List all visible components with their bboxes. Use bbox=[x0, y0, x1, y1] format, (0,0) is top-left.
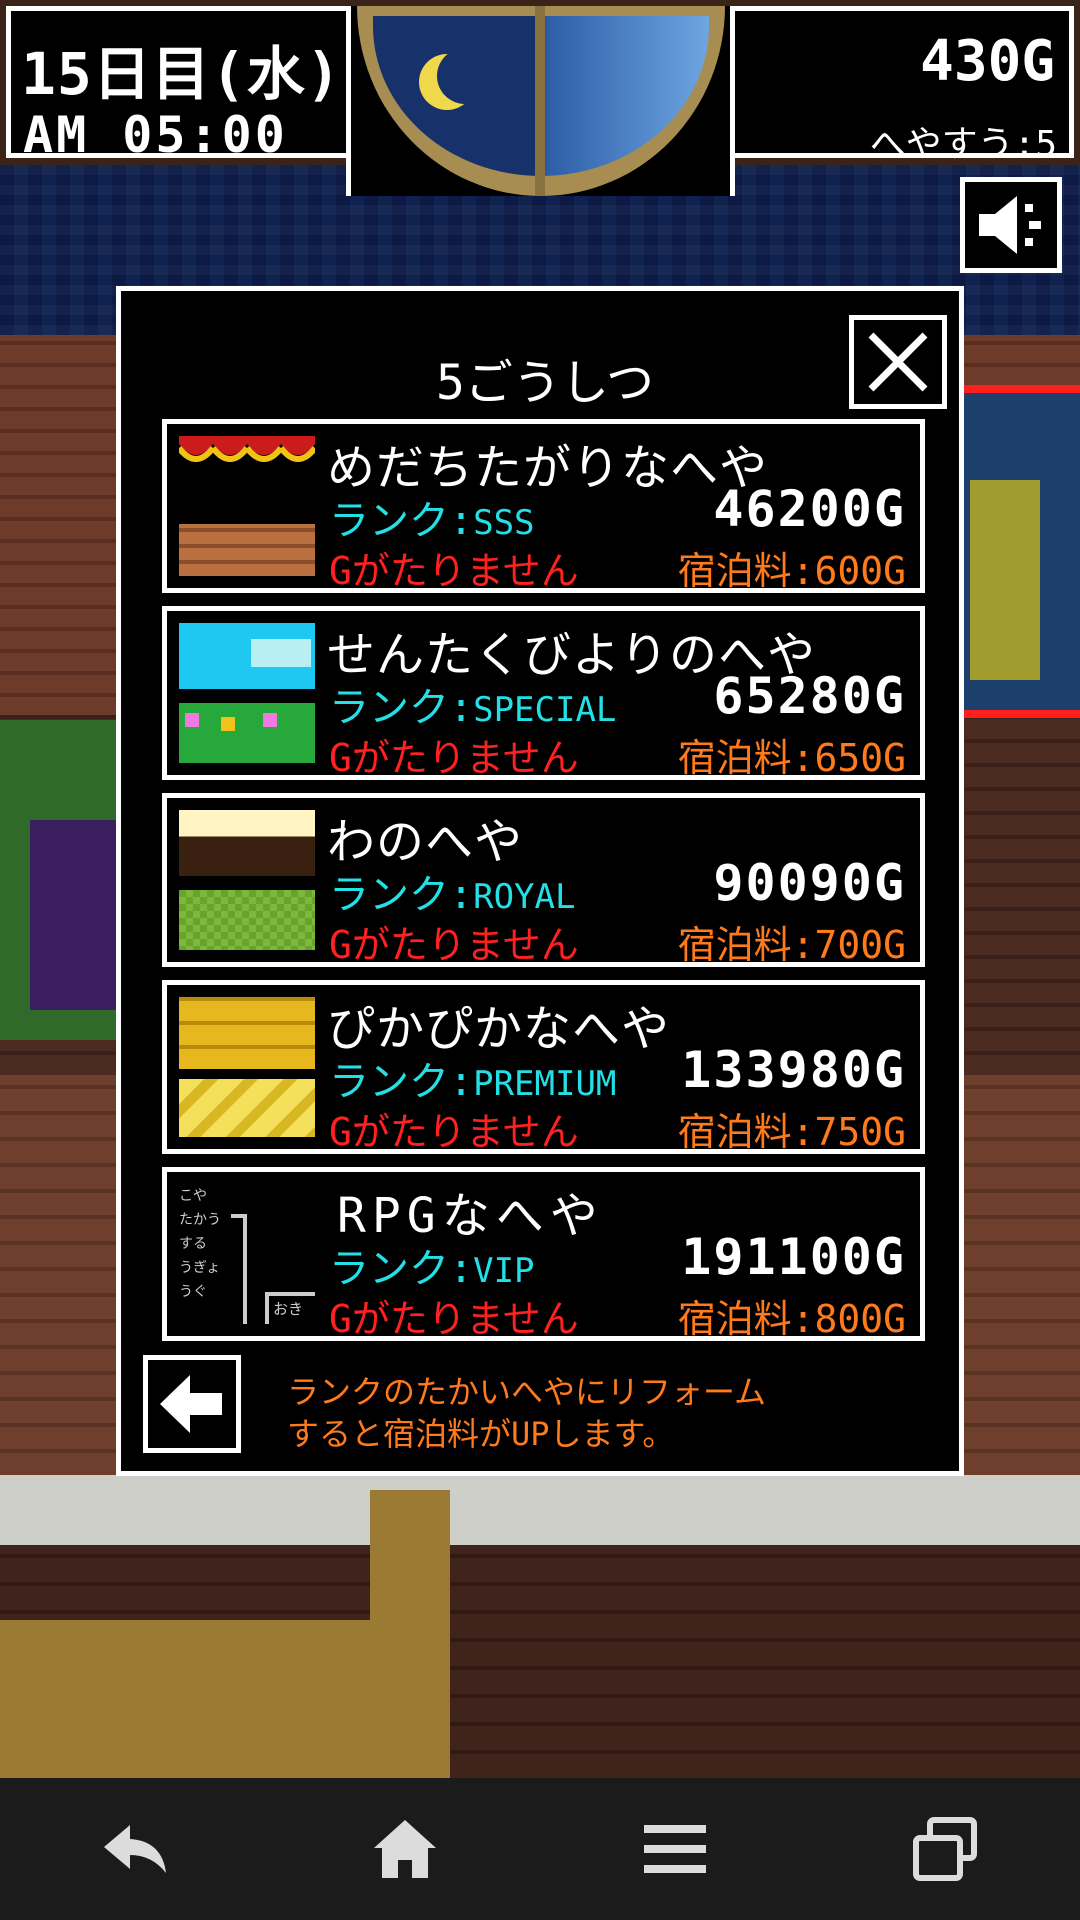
reform-hint: ランクのたかいへやにリフォーム すると宿泊料がUPします。 bbox=[287, 1373, 767, 1453]
insufficient-gold-label: Gがたりません bbox=[329, 1110, 579, 1154]
room-rank: ランク:VIP bbox=[329, 1246, 535, 1292]
lobby-floor-edge bbox=[0, 1475, 1080, 1545]
room-reform-dialog: 5ごうしつ めだちたがりなへや ランク:SSS 46200G Gがたりません 宿… bbox=[116, 286, 964, 1476]
insufficient-gold-label: Gがたりません bbox=[329, 923, 579, 967]
reform-price: 191100G bbox=[681, 1228, 906, 1286]
moon-icon bbox=[419, 48, 493, 110]
reception-counter bbox=[0, 1620, 380, 1778]
reform-price: 133980G bbox=[681, 1041, 906, 1099]
rpg-tag: おき bbox=[265, 1292, 315, 1324]
time-label: AM 05:00 bbox=[23, 106, 288, 164]
home-icon bbox=[374, 1820, 436, 1878]
room-rank: ランク:SPECIAL bbox=[329, 685, 617, 731]
lodging-fee: 宿泊料:800G bbox=[677, 1297, 906, 1341]
room-thumbnail-gold bbox=[179, 997, 315, 1137]
gold-amount: 430G bbox=[920, 29, 1055, 94]
menu-icon bbox=[644, 1825, 706, 1873]
insufficient-gold-label: Gがたりません bbox=[329, 549, 579, 593]
room-count: へやすう:5 bbox=[869, 124, 1057, 165]
reform-price: 90090G bbox=[713, 854, 906, 912]
room-thumbnail-japanese bbox=[179, 810, 315, 950]
reform-price: 46200G bbox=[713, 480, 906, 538]
guest-sprite-yellow bbox=[970, 480, 1040, 680]
gold-panel: 430G へやすう:5 bbox=[735, 6, 1074, 165]
room-rank: ランク:PREMIUM bbox=[329, 1059, 617, 1105]
dialog-title: 5ごうしつ bbox=[435, 355, 655, 411]
nav-recent-apps-button[interactable] bbox=[885, 1799, 1005, 1899]
speaker-icon bbox=[979, 196, 1041, 254]
nav-menu-button[interactable] bbox=[615, 1799, 735, 1899]
system-navigation-bar bbox=[0, 1778, 1080, 1920]
sky-window bbox=[346, 6, 735, 196]
date-time-panel: 15日目(水) AM 05:00 bbox=[6, 6, 346, 164]
lodging-fee: 宿泊料:700G bbox=[677, 923, 906, 967]
guest-sprite-purple bbox=[30, 820, 118, 1010]
arrow-left-icon bbox=[160, 1375, 222, 1433]
lodging-fee: 宿泊料:750G bbox=[677, 1110, 906, 1154]
room-thumbnail-sky bbox=[179, 623, 315, 763]
room-option-premium[interactable]: ぴかぴかなへや ランク:PREMIUM 133980G Gがたりません 宿泊料:… bbox=[162, 980, 925, 1154]
close-icon bbox=[868, 332, 928, 392]
room-option-sss[interactable]: めだちたがりなへや ランク:SSS 46200G Gがたりません 宿泊料:600… bbox=[162, 419, 925, 593]
room-option-royal[interactable]: わのへや ランク:ROYAL 90090G Gがたりません 宿泊料:700G bbox=[162, 793, 925, 967]
room-thumbnail-rpg: こや たかう する うぎょ うぐ おき bbox=[179, 1184, 315, 1324]
room-option-vip[interactable]: こや たかう する うぎょ うぐ おき RPGなへや ランク:VIP 19110… bbox=[162, 1167, 925, 1341]
right-room-red-border-top bbox=[962, 385, 1080, 393]
sound-toggle-button[interactable] bbox=[960, 177, 1062, 273]
lodging-fee: 宿泊料:600G bbox=[677, 549, 906, 593]
back-button[interactable] bbox=[143, 1355, 241, 1453]
back-icon bbox=[104, 1825, 166, 1873]
room-rank: ランク:ROYAL bbox=[329, 872, 576, 918]
recent-apps-icon bbox=[913, 1817, 977, 1881]
rpg-menu-item: こや bbox=[179, 1188, 207, 1204]
insufficient-gold-label: Gがたりません bbox=[329, 1297, 579, 1341]
top-hud: 15日目(水) AM 05:00 430G へやすう:5 bbox=[0, 0, 1080, 196]
nav-back-button[interactable] bbox=[75, 1799, 195, 1899]
right-room-red-border-bottom bbox=[962, 710, 1080, 718]
room-thumbnail-curtain bbox=[179, 436, 315, 576]
window-frame bbox=[357, 6, 725, 196]
reform-price: 65280G bbox=[713, 667, 906, 725]
insufficient-gold-label: Gがたりません bbox=[329, 736, 579, 780]
day-label: 15日目(水) bbox=[21, 40, 342, 108]
room-option-special[interactable]: せんたくびよりのへや ランク:SPECIAL 65280G Gがたりません 宿泊… bbox=[162, 606, 925, 780]
reception-counter-side bbox=[370, 1490, 450, 1778]
nav-home-button[interactable] bbox=[345, 1799, 465, 1899]
close-button[interactable] bbox=[849, 315, 947, 409]
window-bar bbox=[535, 6, 545, 196]
lodging-fee: 宿泊料:650G bbox=[677, 736, 906, 780]
room-rank: ランク:SSS bbox=[329, 498, 535, 544]
